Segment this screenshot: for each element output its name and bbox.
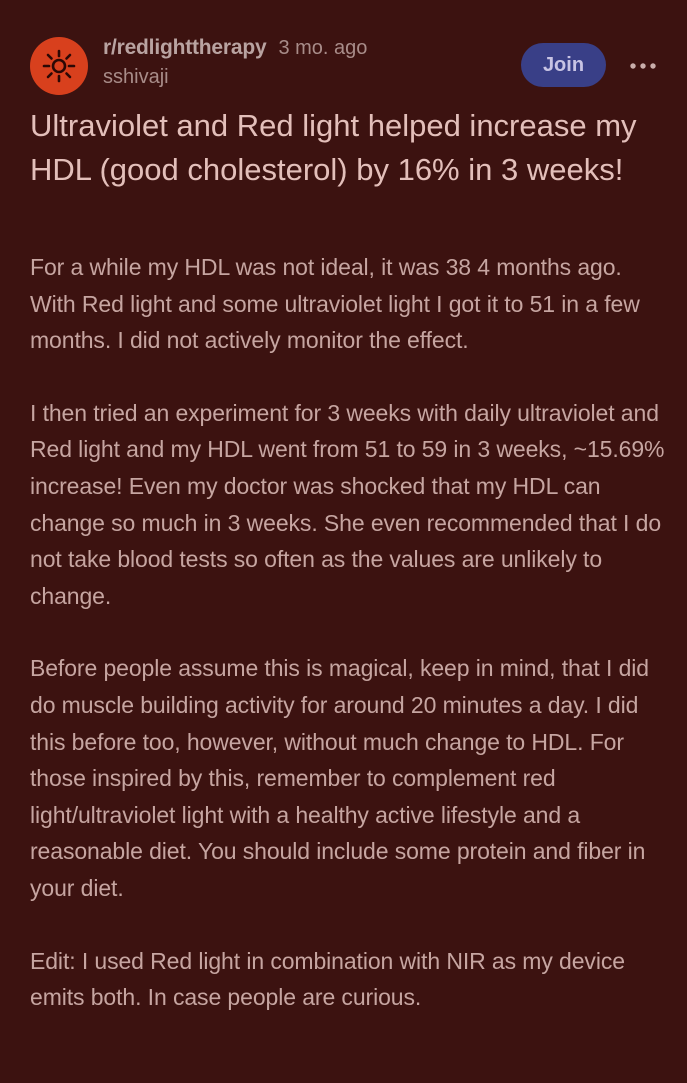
post-paragraph: For a while my HDL was not ideal, it was… xyxy=(30,254,640,354)
more-horizontal-icon xyxy=(630,63,656,69)
join-button[interactable]: Join xyxy=(521,43,606,87)
post-paragraph: Before people assume this is magical, ke… xyxy=(30,655,649,901)
post-paragraph: I then tried an experiment for 3 weeks w… xyxy=(30,399,665,609)
post-paragraph: Edit: I used Red light in combination wi… xyxy=(30,947,625,1011)
post-title[interactable]: Ultraviolet and Red light helped increas… xyxy=(30,104,660,192)
post-header: r/redlighttherapy 3 mo. ago sshivaji Joi… xyxy=(0,0,687,100)
subreddit-lamp-icon xyxy=(42,49,76,83)
subreddit-avatar[interactable] xyxy=(30,37,88,95)
post-author[interactable]: sshivaji xyxy=(103,66,367,89)
post-time: 3 mo. ago xyxy=(278,37,368,59)
subreddit-name[interactable]: r/redlighttherapy xyxy=(103,36,267,60)
more-options-button[interactable] xyxy=(627,52,659,80)
post-body: For a while my HDL was not ideal, it was… xyxy=(30,249,666,1052)
post-meta: r/redlighttherapy 3 mo. ago sshivaji xyxy=(103,36,367,89)
